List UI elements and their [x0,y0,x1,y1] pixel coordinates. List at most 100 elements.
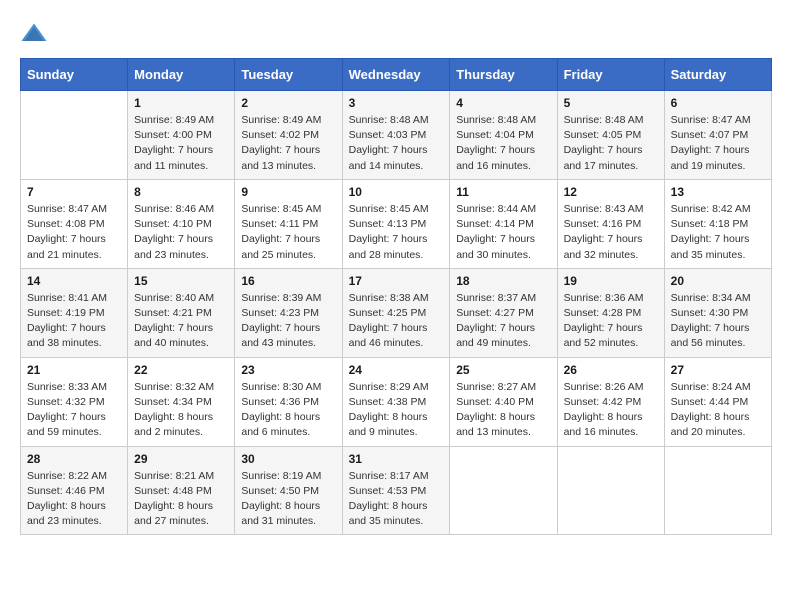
day-number: 26 [564,363,658,377]
day-info: Sunrise: 8:19 AMSunset: 4:50 PMDaylight:… [241,469,335,530]
day-number: 7 [27,185,121,199]
day-number: 14 [27,274,121,288]
calendar-cell: 28 Sunrise: 8:22 AMSunset: 4:46 PMDayligh… [21,446,128,535]
day-info: Sunrise: 8:41 AMSunset: 4:19 PMDaylight:… [27,291,121,352]
logo-icon [20,20,48,48]
day-info: Sunrise: 8:42 AMSunset: 4:18 PMDaylight:… [671,202,765,263]
day-number: 9 [241,185,335,199]
calendar-cell: 21 Sunrise: 8:33 AMSunset: 4:32 PMDayligh… [21,357,128,446]
day-number: 21 [27,363,121,377]
calendar-table: SundayMondayTuesdayWednesdayThursdayFrid… [20,58,772,535]
day-info: Sunrise: 8:48 AMSunset: 4:04 PMDaylight:… [456,113,550,174]
day-number: 22 [134,363,228,377]
day-number: 13 [671,185,765,199]
day-info: Sunrise: 8:37 AMSunset: 4:27 PMDaylight:… [456,291,550,352]
calendar-cell: 20 Sunrise: 8:34 AMSunset: 4:30 PMDayligh… [664,268,771,357]
day-number: 12 [564,185,658,199]
day-number: 11 [456,185,550,199]
day-info: Sunrise: 8:36 AMSunset: 4:28 PMDaylight:… [564,291,658,352]
day-number: 24 [349,363,444,377]
day-info: Sunrise: 8:38 AMSunset: 4:25 PMDaylight:… [349,291,444,352]
day-number: 27 [671,363,765,377]
day-number: 3 [349,96,444,110]
calendar-cell: 23Sunrise: 8:30 AMSunset: 4:36 PMDayligh… [235,357,342,446]
calendar-cell: 11 Sunrise: 8:44 AMSunset: 4:14 PMDayligh… [450,179,557,268]
calendar-cell: 17 Sunrise: 8:38 AMSunset: 4:25 PMDayligh… [342,268,450,357]
calendar-cell [21,91,128,180]
day-number: 8 [134,185,228,199]
calendar-cell: 9 Sunrise: 8:45 AMSunset: 4:11 PMDaylight… [235,179,342,268]
calendar-cell: 15 Sunrise: 8:40 AMSunset: 4:21 PMDayligh… [128,268,235,357]
day-info: Sunrise: 8:45 AMSunset: 4:11 PMDaylight:… [241,202,335,263]
day-info: Sunrise: 8:17 AMSunset: 4:53 PMDaylight:… [349,469,444,530]
day-number: 18 [456,274,550,288]
day-info: Sunrise: 8:44 AMSunset: 4:14 PMDaylight:… [456,202,550,263]
calendar-cell: 12 Sunrise: 8:43 AMSunset: 4:16 PMDayligh… [557,179,664,268]
calendar-cell: 26 Sunrise: 8:26 AMSunset: 4:42 PMDayligh… [557,357,664,446]
day-number: 15 [134,274,228,288]
day-info: Sunrise: 8:33 AMSunset: 4:32 PMDaylight:… [27,380,121,441]
day-number: 1 [134,96,228,110]
day-info: Sunrise: 8:21 AMSunset: 4:48 PMDaylight:… [134,469,228,530]
calendar-cell: 13 Sunrise: 8:42 AMSunset: 4:18 PMDayligh… [664,179,771,268]
day-number: 31 [349,452,444,466]
calendar-week-3: 14 Sunrise: 8:41 AMSunset: 4:19 PMDayligh… [21,268,772,357]
day-info: Sunrise: 8:27 AMSunset: 4:40 PMDaylight:… [456,380,550,441]
day-number: 16 [241,274,335,288]
calendar-cell [450,446,557,535]
day-info: Sunrise: 8:39 AMSunset: 4:23 PMDaylight:… [241,291,335,352]
day-number: 25 [456,363,550,377]
day-info: Sunrise: 8:47 AMSunset: 4:08 PMDaylight:… [27,202,121,263]
calendar-cell: 16 Sunrise: 8:39 AMSunset: 4:23 PMDayligh… [235,268,342,357]
day-info: Sunrise: 8:49 AMSunset: 4:00 PMDaylight:… [134,113,228,174]
day-number: 6 [671,96,765,110]
calendar-cell: 10 Sunrise: 8:45 AMSunset: 4:13 PMDayligh… [342,179,450,268]
day-info: Sunrise: 8:22 AMSunset: 4:46 PMDaylight:… [27,469,121,530]
calendar-cell: 4Sunrise: 8:48 AMSunset: 4:04 PMDaylight… [450,91,557,180]
weekday-header-friday: Friday [557,59,664,91]
weekday-header-monday: Monday [128,59,235,91]
calendar-cell: 30 Sunrise: 8:19 AMSunset: 4:50 PMDayligh… [235,446,342,535]
calendar-cell: 18 Sunrise: 8:37 AMSunset: 4:27 PMDayligh… [450,268,557,357]
day-number: 23 [241,363,335,377]
weekday-header-saturday: Saturday [664,59,771,91]
calendar-week-5: 28 Sunrise: 8:22 AMSunset: 4:46 PMDayligh… [21,446,772,535]
calendar-cell: 24 Sunrise: 8:29 AMSunset: 4:38 PMDayligh… [342,357,450,446]
calendar-cell: 1 Sunrise: 8:49 AMSunset: 4:00 PMDaylight… [128,91,235,180]
day-info: Sunrise: 8:43 AMSunset: 4:16 PMDaylight:… [564,202,658,263]
calendar-cell [557,446,664,535]
day-number: 10 [349,185,444,199]
day-info: Sunrise: 8:46 AMSunset: 4:10 PMDaylight:… [134,202,228,263]
day-info: Sunrise: 8:32 AMSunset: 4:34 PMDaylight:… [134,380,228,441]
calendar-cell: 5 Sunrise: 8:48 AMSunset: 4:05 PMDaylight… [557,91,664,180]
calendar-week-2: 7 Sunrise: 8:47 AMSunset: 4:08 PMDaylight… [21,179,772,268]
day-number: 29 [134,452,228,466]
day-number: 30 [241,452,335,466]
day-info: Sunrise: 8:47 AMSunset: 4:07 PMDaylight:… [671,113,765,174]
day-info: Sunrise: 8:34 AMSunset: 4:30 PMDaylight:… [671,291,765,352]
calendar-week-4: 21 Sunrise: 8:33 AMSunset: 4:32 PMDayligh… [21,357,772,446]
day-number: 5 [564,96,658,110]
day-info: Sunrise: 8:48 AMSunset: 4:05 PMDaylight:… [564,113,658,174]
day-info: Sunrise: 8:45 AMSunset: 4:13 PMDaylight:… [349,202,444,263]
calendar-cell: 14 Sunrise: 8:41 AMSunset: 4:19 PMDayligh… [21,268,128,357]
calendar-cell: 2Sunrise: 8:49 AMSunset: 4:02 PMDaylight… [235,91,342,180]
day-number: 28 [27,452,121,466]
day-info: Sunrise: 8:40 AMSunset: 4:21 PMDaylight:… [134,291,228,352]
weekday-header-wednesday: Wednesday [342,59,450,91]
calendar-cell: 19 Sunrise: 8:36 AMSunset: 4:28 PMDayligh… [557,268,664,357]
day-number: 17 [349,274,444,288]
day-number: 19 [564,274,658,288]
day-number: 2 [241,96,335,110]
calendar-cell: 6 Sunrise: 8:47 AMSunset: 4:07 PMDaylight… [664,91,771,180]
day-number: 20 [671,274,765,288]
day-info: Sunrise: 8:26 AMSunset: 4:42 PMDaylight:… [564,380,658,441]
day-info: Sunrise: 8:48 AMSunset: 4:03 PMDaylight:… [349,113,444,174]
logo [20,20,52,48]
weekday-header-tuesday: Tuesday [235,59,342,91]
day-info: Sunrise: 8:29 AMSunset: 4:38 PMDaylight:… [349,380,444,441]
calendar-week-1: 1 Sunrise: 8:49 AMSunset: 4:00 PMDaylight… [21,91,772,180]
calendar-cell: 22 Sunrise: 8:32 AMSunset: 4:34 PMDayligh… [128,357,235,446]
weekday-header-thursday: Thursday [450,59,557,91]
calendar-cell: 8 Sunrise: 8:46 AMSunset: 4:10 PMDaylight… [128,179,235,268]
